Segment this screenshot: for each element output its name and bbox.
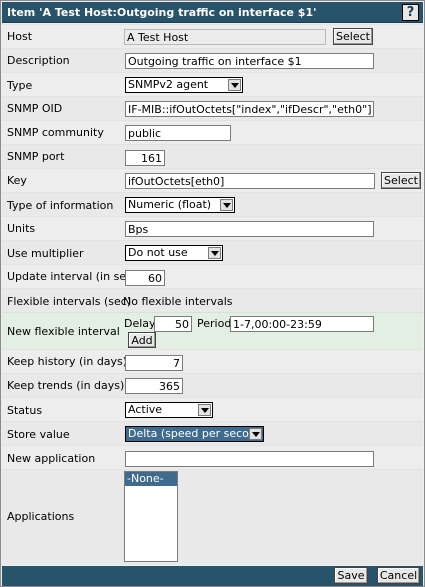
row-applications: Applications	[2, 469, 423, 565]
key-select-button[interactable]: Select	[381, 172, 421, 189]
chevron-down-icon[interactable]	[208, 247, 221, 259]
snmp-port-input[interactable]	[125, 150, 165, 166]
type-label: Type	[7, 79, 33, 92]
row-update-interval: Update interval (in sec)	[2, 264, 423, 288]
applications-listbox[interactable]: -None-	[124, 471, 178, 562]
row-use-multiplier: Use multiplier Do not use	[2, 240, 423, 264]
snmp-community-label: SNMP community	[7, 126, 104, 139]
save-button[interactable]: Save	[334, 567, 368, 584]
row-type-of-information: Type of information Numeric (float)	[2, 192, 423, 216]
add-interval-button[interactable]: Add	[128, 332, 156, 348]
applications-option[interactable]: -None-	[125, 472, 177, 486]
description-input[interactable]	[125, 53, 374, 69]
status-value: Active	[128, 403, 163, 416]
cancel-button[interactable]: Cancel	[377, 567, 420, 584]
row-units: Units	[2, 216, 423, 240]
dialog-title: Item 'A Test Host:Outgoing traffic on in…	[7, 5, 317, 19]
period-input[interactable]	[230, 316, 374, 332]
row-snmp-oid: SNMP OID	[2, 96, 423, 120]
item-dialog: Item 'A Test Host:Outgoing traffic on in…	[0, 0, 425, 587]
host-label: Host	[7, 30, 33, 43]
type-of-information-select[interactable]: Numeric (float)	[125, 197, 235, 213]
type-of-information-value: Numeric (float)	[128, 198, 212, 211]
update-interval-input[interactable]	[125, 270, 165, 286]
keep-history-input[interactable]	[125, 355, 183, 371]
chevron-down-icon[interactable]	[249, 428, 262, 440]
units-label: Units	[7, 222, 36, 235]
row-snmp-community: SNMP community	[2, 120, 423, 144]
key-input[interactable]	[125, 173, 375, 189]
new-flexible-interval-label: New flexible interval	[7, 325, 120, 338]
new-application-input[interactable]	[125, 451, 374, 467]
snmp-oid-label: SNMP OID	[7, 102, 63, 115]
row-type: Type SNMPv2 agent	[2, 72, 423, 96]
type-select[interactable]: SNMPv2 agent	[125, 77, 243, 93]
row-host: Host Select	[2, 24, 423, 48]
row-keep-trends: Keep trends (in days)	[2, 373, 423, 397]
status-label: Status	[7, 404, 43, 417]
description-label: Description	[7, 54, 70, 67]
key-label: Key	[7, 174, 27, 187]
row-flexible-intervals: Flexible intervals (sec) No flexible int…	[2, 288, 423, 312]
keep-trends-input[interactable]	[125, 378, 183, 394]
units-input[interactable]	[125, 221, 374, 237]
new-application-label: New application	[7, 452, 96, 465]
period-label: Period	[197, 317, 232, 330]
delay-input[interactable]	[154, 316, 192, 332]
chevron-down-icon[interactable]	[220, 199, 233, 211]
update-interval-label: Update interval (in sec)	[7, 270, 137, 283]
chevron-down-icon[interactable]	[228, 79, 241, 91]
host-select-button[interactable]: Select	[333, 28, 373, 45]
delay-label: Delay	[124, 317, 156, 330]
host-input[interactable]	[124, 29, 326, 45]
type-of-information-label: Type of information	[7, 199, 114, 212]
keep-trends-label: Keep trends (in days)	[7, 379, 125, 392]
snmp-community-input[interactable]	[125, 125, 231, 141]
flexible-intervals-label: Flexible intervals (sec)	[7, 295, 132, 308]
flexible-intervals-value: No flexible intervals	[123, 295, 233, 308]
dialog-titlebar: Item 'A Test Host:Outgoing traffic on in…	[2, 2, 423, 23]
keep-history-label: Keep history (in days)	[7, 355, 128, 368]
applications-label: Applications	[7, 510, 75, 523]
snmp-port-label: SNMP port	[7, 150, 65, 163]
row-store-value: Store value Delta (speed per second)	[2, 421, 423, 445]
row-description: Description	[2, 48, 423, 72]
use-multiplier-select[interactable]: Do not use	[125, 245, 223, 261]
status-select[interactable]: Active	[125, 402, 213, 418]
help-icon[interactable]: ?	[402, 4, 419, 21]
row-key: Key Select	[2, 168, 423, 192]
use-multiplier-label: Use multiplier	[7, 247, 84, 260]
snmp-oid-input[interactable]	[125, 101, 374, 117]
row-new-application: New application	[2, 445, 423, 469]
use-multiplier-value: Do not use	[128, 246, 188, 259]
store-value-value: Delta (speed per second)	[128, 427, 264, 440]
row-keep-history: Keep history (in days)	[2, 349, 423, 373]
row-status: Status Active	[2, 397, 423, 421]
type-select-value: SNMPv2 agent	[128, 78, 209, 91]
row-snmp-port: SNMP port	[2, 144, 423, 168]
store-value-label: Store value	[7, 428, 70, 441]
store-value-select[interactable]: Delta (speed per second)	[125, 426, 264, 442]
chevron-down-icon[interactable]	[198, 404, 211, 416]
row-new-flexible-interval: New flexible interval Delay Period Add	[2, 312, 423, 349]
dialog-footer: Save Cancel	[2, 566, 423, 586]
